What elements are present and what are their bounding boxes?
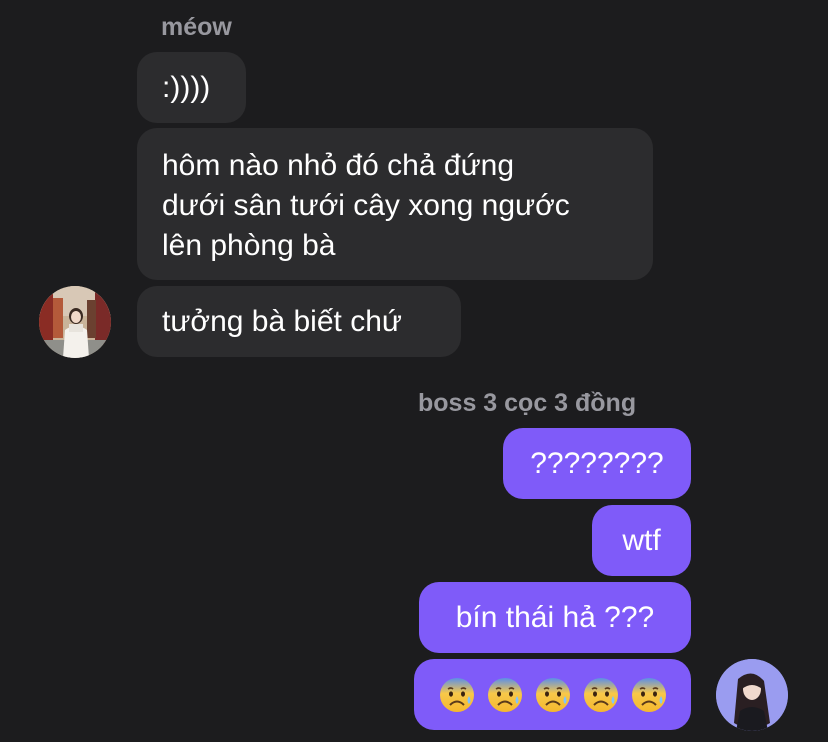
outgoing-emoji-message[interactable] bbox=[414, 659, 691, 730]
outgoing-message-3[interactable]: bín thái hả ??? bbox=[419, 582, 691, 653]
incoming-message-2[interactable]: hôm nào nhỏ đó chả đứng dưới sân tưới câ… bbox=[137, 128, 653, 280]
incoming-message-3[interactable]: tưởng bà biết chứ bbox=[137, 286, 461, 357]
anxious-face-with-sweat-emoji bbox=[630, 676, 668, 714]
anxious-face-with-sweat-emoji bbox=[534, 676, 572, 714]
incoming-message-1[interactable]: :)))) bbox=[137, 52, 246, 123]
anxious-face-with-sweat-emoji bbox=[486, 676, 524, 714]
emoji-row bbox=[438, 676, 668, 714]
outgoing-sender-name: boss 3 cọc 3 đồng bbox=[418, 389, 637, 417]
outgoing-message-1[interactable]: ???????? bbox=[503, 428, 691, 499]
outgoing-message-2[interactable]: wtf bbox=[592, 505, 691, 576]
anxious-face-with-sweat-emoji bbox=[582, 676, 620, 714]
outgoing-avatar[interactable] bbox=[716, 659, 788, 731]
incoming-avatar-image bbox=[39, 286, 111, 358]
outgoing-avatar-image bbox=[716, 659, 788, 731]
incoming-sender-name: méow bbox=[161, 13, 232, 41]
chat-screen: { "incoming": { "sender_name": "méow", "… bbox=[0, 0, 828, 742]
anxious-face-with-sweat-emoji bbox=[438, 676, 476, 714]
incoming-avatar[interactable] bbox=[39, 286, 111, 358]
